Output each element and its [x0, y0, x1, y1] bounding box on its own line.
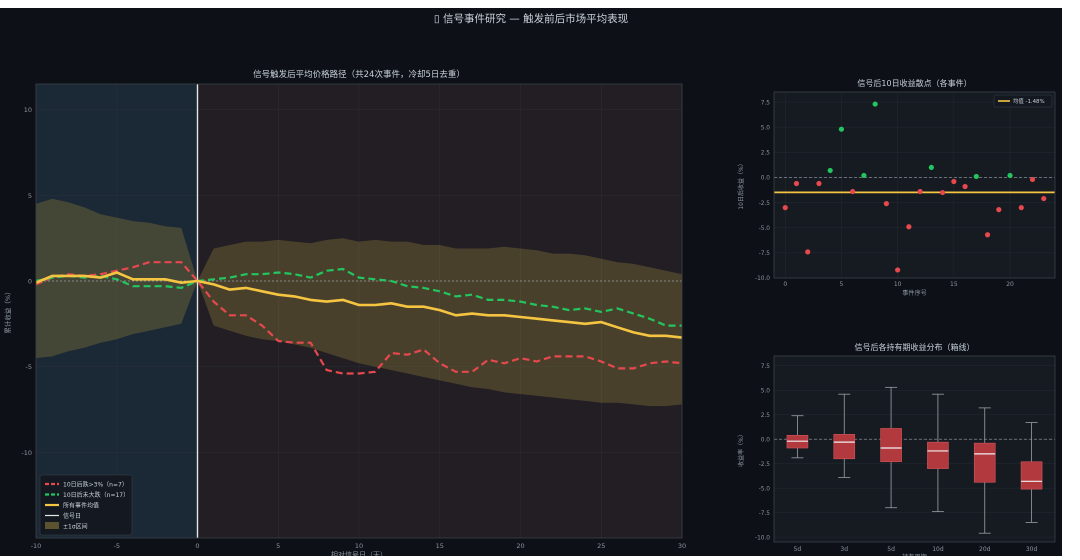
x-tick-label: -10	[31, 542, 42, 550]
x-tick-label: 0	[195, 542, 199, 550]
x-tick-label: 20	[1006, 281, 1014, 288]
plot-area	[774, 92, 1055, 278]
y-tick-label: -10.0	[755, 535, 770, 541]
y-tick-label: -5	[26, 363, 32, 371]
x-tick-label: 5	[840, 281, 844, 288]
x-tick-label: -5	[114, 542, 120, 550]
y-tick-label: -10	[21, 449, 32, 457]
y-tick-label: 2.5	[761, 413, 771, 419]
y-tick-label: -7.5	[759, 251, 771, 257]
scatter-point	[906, 224, 912, 230]
legend-label: 所有事件均值	[63, 502, 99, 510]
main-line-panel: 信号触发后平均价格路径（共24次事件，冷却5日去重） -10 -5 0 5 10 15 20 2…	[3, 69, 686, 559]
y-tick-label: 5.0	[761, 125, 771, 131]
y-tick-label: 0.0	[761, 437, 771, 443]
y-tick-label: 5.0	[761, 388, 771, 394]
figure-canvas: ▯ 信号事件研究 — 触发前后市场平均表现 信号触发后平均价格路径（共24次事件…	[3, 12, 1056, 560]
scatter-point	[928, 164, 934, 171]
y-tick-label: -5.0	[759, 486, 771, 492]
scatter-point	[984, 232, 991, 238]
x-tick-label: 30d	[1026, 546, 1038, 553]
y-tick-label: 10	[24, 106, 32, 114]
box-body	[927, 441, 949, 469]
y-tick-label: -2.5	[759, 201, 771, 207]
legend-label: 信号日	[63, 512, 81, 520]
x-tick-label: 10d	[932, 546, 944, 553]
x-tick-label: 20	[516, 542, 524, 550]
y-tick-label: 7.5	[761, 100, 771, 106]
scatter-point	[973, 173, 979, 180]
y-tick-label: 7.5	[761, 364, 771, 370]
x-tick-label: 5	[276, 542, 280, 550]
y-tick-label: -2.5	[759, 462, 771, 468]
scatter-point	[850, 188, 856, 195]
box-body	[973, 442, 996, 483]
box-panel: 信号后各持有期收益分布（箱线） 5d 3d 5d 10d 20d 30d 7.5 5.0 2.5 0…	[737, 342, 1056, 560]
scatter-point	[782, 205, 788, 211]
x-axis-label: 相对信号日（天）	[331, 550, 387, 556]
scatter-point	[816, 180, 822, 187]
plot-area	[774, 356, 1055, 542]
box-body	[833, 434, 856, 460]
y-axis-label: 收益率（%）	[737, 431, 745, 467]
scatter-point	[861, 172, 867, 179]
y-tick-label: -7.5	[759, 511, 771, 517]
x-tick-label: 15	[436, 542, 444, 550]
scatter-point	[917, 188, 923, 195]
legend-label: 10日后跌>3%（n=7）	[63, 481, 128, 489]
scatter-point	[827, 167, 833, 174]
y-tick-label: 0	[28, 278, 32, 286]
chart-title: 信号后各持有期收益分布（箱线）	[855, 342, 975, 352]
x-tick-label: 15	[950, 281, 958, 288]
scatter-point	[883, 201, 890, 207]
scatter-point	[1007, 172, 1013, 179]
scatter-point	[940, 189, 946, 196]
y-tick-label: 5	[28, 192, 32, 200]
legend-swatch	[45, 522, 59, 529]
x-tick-label: 10	[894, 281, 902, 288]
x-tick-label: 25	[597, 542, 605, 550]
scatter-point	[962, 183, 968, 190]
x-tick-label: 20d	[979, 546, 991, 553]
scatter-point	[805, 249, 811, 255]
x-tick-label: 3d	[840, 546, 848, 553]
y-axis-label: 累计收益（%）	[3, 288, 12, 333]
chart-title: 信号后10日收益散点（各事件）	[857, 78, 971, 88]
y-tick-label: 0.0	[761, 176, 771, 182]
box-body	[880, 428, 902, 463]
y-tick-label: 2.5	[761, 151, 771, 157]
scatter-point	[1029, 176, 1036, 183]
scatter-point	[1041, 195, 1047, 202]
x-tick-label: 5d	[887, 546, 895, 553]
y-tick-label: -10.0	[755, 276, 770, 282]
scatter-point	[951, 178, 957, 185]
x-tick-label: 5d	[794, 546, 802, 553]
scatter-point	[895, 267, 901, 273]
scatter-point	[793, 180, 800, 187]
x-tick-label: 10	[355, 542, 363, 550]
legend-label: ±1σ区间	[63, 523, 88, 531]
scatter-point	[996, 207, 1002, 213]
x-tick-label: 0	[783, 281, 787, 288]
x-axis-label: 事件序号	[902, 289, 927, 297]
scatter-point	[872, 101, 878, 107]
scatter-point	[1018, 205, 1024, 211]
scatter-panel: 信号后10日收益散点（各事件） 0 5 10 15 20 7.5 5.0 2.5 0.0 -2.5 -…	[737, 78, 1056, 297]
y-axis-label: 10日后收益（%）	[737, 160, 745, 209]
figure-title: ▯ 信号事件研究 — 触发前后市场平均表现	[434, 12, 629, 25]
chart-title: 信号触发后平均价格路径（共24次事件，冷却5日去重）	[253, 69, 465, 80]
box-body	[1020, 461, 1043, 490]
legend-label: 均值 -1.48%	[1013, 97, 1045, 105]
legend-label: 10日后未大跌（n=17）	[63, 491, 129, 499]
x-tick-label: 30	[678, 542, 686, 550]
figure: ▯ 信号事件研究 — 触发前后市场平均表现 信号触发后平均价格路径（共24次事件…	[0, 8, 1062, 560]
y-tick-label: -5.0	[759, 226, 771, 232]
scatter-point	[838, 126, 845, 132]
